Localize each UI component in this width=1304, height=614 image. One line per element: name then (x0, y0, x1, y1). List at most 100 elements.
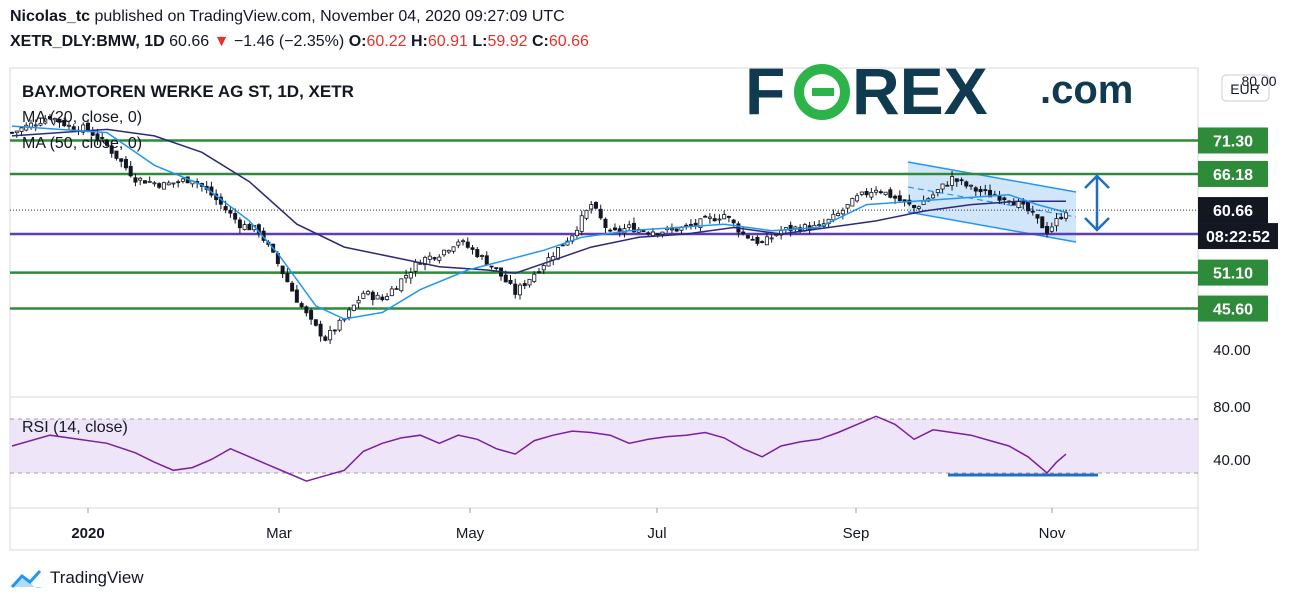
candle-body (1016, 201, 1021, 208)
level-label: 71.30 (1213, 133, 1253, 150)
legend-ma20[interactable]: MA (20, close, 0) (22, 109, 142, 126)
candle-body (774, 234, 779, 237)
candle-body (465, 241, 470, 248)
candle-body (385, 296, 390, 300)
x-label: Mar (266, 525, 292, 542)
candle-body (304, 306, 309, 314)
price-chart[interactable]: F REX .com BAY.MOTOREN WERKE AG ST, 1D, … (0, 0, 1304, 560)
candle-body (456, 241, 461, 246)
candle-body (888, 189, 893, 198)
candle-body (840, 209, 845, 215)
candle-body (247, 224, 252, 231)
ma20-line (11, 125, 1067, 320)
candle-body (641, 230, 646, 233)
candle-body (954, 178, 959, 182)
candle-body (864, 191, 869, 196)
candle-body (475, 249, 480, 258)
candle-body (760, 241, 765, 243)
candle-body (655, 233, 660, 236)
candle-body (299, 303, 304, 308)
candle-body (356, 299, 361, 304)
candle-body (579, 215, 584, 232)
candle-body (532, 273, 537, 282)
candle-body (285, 273, 290, 283)
candle-body (380, 296, 385, 301)
candle-body (280, 265, 285, 275)
candle-body (309, 310, 314, 320)
level-label: 66.18 (1213, 167, 1253, 184)
time-axis[interactable]: 2020 Mar May Jul Sep Nov (71, 508, 1066, 542)
candle-body (1035, 214, 1040, 219)
rsi-legend[interactable]: RSI (14, close) (22, 419, 128, 436)
candle-body (731, 219, 736, 224)
candle-body (14, 130, 19, 134)
candle-body (351, 304, 356, 311)
candle-body (437, 256, 442, 261)
candle-body (764, 236, 769, 246)
candle-body (560, 244, 565, 247)
candle-body (328, 330, 333, 341)
candle-body (233, 213, 238, 220)
candle-body (574, 229, 579, 237)
candle-body (950, 176, 955, 186)
tradingview-footer[interactable]: TradingView (10, 567, 144, 589)
candle-body (1054, 218, 1059, 227)
candle-body (223, 206, 228, 211)
candle-body (508, 280, 513, 284)
x-label: Sep (843, 525, 870, 542)
y-tick-top: 80.00 (1241, 73, 1276, 89)
candle-body (404, 275, 409, 279)
candle-body (1064, 212, 1069, 219)
candle-body (893, 195, 898, 199)
candle-body (1011, 201, 1016, 206)
candle-body (408, 272, 413, 279)
candle-body (845, 203, 850, 209)
rsi-tick-40: 40.00 (1213, 452, 1251, 469)
candle-body (119, 158, 124, 162)
legend-ma50[interactable]: MA (50, close, 0) (22, 135, 142, 152)
candle-body (945, 184, 950, 187)
candle-body (142, 180, 147, 184)
x-label: 2020 (71, 525, 104, 542)
candle-body (451, 246, 456, 252)
candle-body (1059, 216, 1064, 220)
rsi-tick-80: 80.00 (1213, 399, 1251, 416)
candle-body (123, 159, 128, 169)
candle-body (555, 247, 560, 260)
candle-body (660, 231, 665, 235)
candle-body (133, 177, 138, 183)
candle-body (935, 189, 940, 194)
candle-body (874, 189, 879, 193)
candle-body (157, 183, 162, 188)
candle-body (964, 181, 969, 187)
candle-body (836, 213, 841, 217)
chart-title: BAY.MOTOREN WERKE AG ST, 1D, XETR (22, 82, 354, 101)
candle-body (389, 288, 394, 297)
candle-body (973, 187, 978, 192)
candle-body (969, 184, 974, 187)
candle-body (71, 126, 76, 131)
candle-body (703, 215, 708, 218)
candle-body (983, 189, 988, 192)
candle-body (541, 265, 546, 271)
candle-body (741, 231, 746, 234)
candle-body (627, 224, 632, 228)
level-label: 45.60 (1213, 302, 1253, 319)
candle-body (147, 180, 152, 183)
candle-body (916, 206, 921, 209)
candle-body (650, 231, 655, 236)
candle-body (693, 222, 698, 226)
candle-body (442, 249, 447, 256)
candle-body (432, 257, 437, 260)
candle-body (584, 209, 589, 219)
candle-body (722, 214, 727, 220)
logo-rex: REX (852, 54, 988, 128)
candle-body (612, 227, 617, 231)
candle-body (522, 283, 527, 287)
candle-body (503, 274, 508, 283)
candle-body (831, 213, 836, 221)
candle-body (1026, 201, 1031, 212)
candle-body (290, 282, 295, 292)
candle-body (413, 261, 418, 272)
range-arrow (1084, 174, 1110, 232)
